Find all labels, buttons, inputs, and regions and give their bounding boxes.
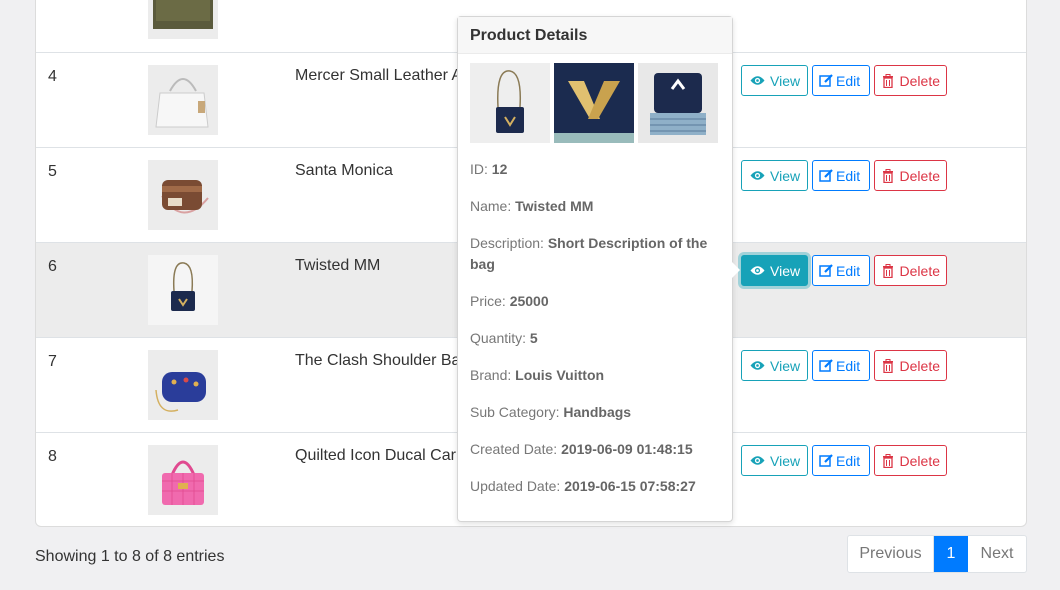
delete-button[interactable]: Delete [874, 65, 947, 96]
detail-updated-date: Updated Date: 2019-06-15 07:58:27 [470, 478, 696, 494]
row-id: 7 [48, 353, 57, 370]
detail-price: Price: 25000 [470, 293, 549, 309]
eye-icon [750, 453, 765, 468]
row-id: 6 [48, 258, 57, 275]
previous-page-button[interactable]: Previous [848, 536, 934, 572]
product-thumbnail [148, 350, 218, 420]
view-button[interactable]: View [741, 65, 808, 96]
detail-id: ID: 12 [470, 161, 508, 177]
product-thumbnail [148, 160, 218, 230]
view-button[interactable]: View [741, 160, 808, 191]
detail-created-date: Created Date: 2019-06-09 01:48:15 [470, 441, 693, 457]
product-name: Quilted Icon Ducal Carr [295, 447, 462, 464]
edit-button[interactable]: Edit [812, 255, 870, 286]
view-label: View [770, 452, 801, 469]
edit-label: Edit [836, 72, 861, 89]
detail-subcategory: Sub Category: Handbags [470, 404, 632, 420]
product-thumbnail [148, 0, 218, 39]
view-button[interactable]: View [741, 445, 808, 476]
product-name: Santa Monica [295, 162, 393, 179]
edit-button[interactable]: Edit [812, 160, 870, 191]
edit-button[interactable]: Edit [812, 445, 870, 476]
view-label: View [770, 262, 801, 279]
product-details-popover: Product Details ID: 12 Name: Twisted MM … [457, 16, 740, 522]
product-image [638, 63, 718, 143]
detail-quantity: Quantity: 5 [470, 330, 538, 346]
product-image [470, 63, 550, 143]
edit-icon [819, 73, 834, 88]
delete-label: Delete [899, 262, 940, 279]
delete-button[interactable]: Delete [874, 160, 947, 191]
trash-icon [881, 358, 896, 373]
trash-icon [881, 168, 896, 183]
view-label: View [770, 72, 801, 89]
eye-icon [750, 168, 765, 183]
eye-icon [750, 263, 765, 278]
delete-button[interactable]: Delete [874, 350, 947, 381]
next-page-button[interactable]: Next [968, 536, 1026, 572]
product-image [554, 63, 634, 143]
edit-label: Edit [836, 452, 861, 469]
edit-icon [819, 168, 834, 183]
edit-icon [819, 453, 834, 468]
edit-icon [819, 358, 834, 373]
pagination: Previous 1 Next [847, 535, 1027, 573]
view-button[interactable]: View [741, 350, 808, 381]
eye-icon [750, 358, 765, 373]
trash-icon [881, 263, 896, 278]
view-button[interactable]: View [741, 255, 808, 286]
product-thumbnail [148, 65, 218, 135]
product-name: Twisted MM [295, 257, 381, 274]
delete-label: Delete [899, 357, 940, 374]
product-name: The Clash Shoulder Bag [295, 352, 470, 369]
popover-image-gallery [470, 63, 718, 143]
delete-button[interactable]: Delete [874, 445, 947, 476]
row-id: 8 [48, 448, 57, 465]
edit-button[interactable]: Edit [812, 350, 870, 381]
row-id: 5 [48, 163, 57, 180]
detail-description: Description: Short Description of the ba… [470, 235, 708, 272]
product-thumbnail [148, 445, 218, 515]
delete-label: Delete [899, 167, 940, 184]
detail-name: Name: Twisted MM [470, 198, 594, 214]
popover-title: Product Details [458, 17, 732, 54]
edit-icon [819, 263, 834, 278]
trash-icon [881, 73, 896, 88]
view-label: View [770, 357, 801, 374]
edit-label: Edit [836, 357, 861, 374]
product-name: Mercer Small Leather A [295, 67, 463, 84]
edit-label: Edit [836, 262, 861, 279]
row-id: 4 [48, 68, 57, 85]
detail-brand: Brand: Louis Vuitton [470, 367, 605, 383]
view-label: View [770, 167, 801, 184]
table-info: Showing 1 to 8 of 8 entries [35, 548, 225, 565]
product-thumbnail [148, 255, 218, 325]
page-1-button[interactable]: 1 [934, 536, 968, 572]
delete-label: Delete [899, 452, 940, 469]
delete-button[interactable]: Delete [874, 255, 947, 286]
trash-icon [881, 453, 896, 468]
edit-label: Edit [836, 167, 861, 184]
delete-label: Delete [899, 72, 940, 89]
edit-button[interactable]: Edit [812, 65, 870, 96]
eye-icon [750, 73, 765, 88]
